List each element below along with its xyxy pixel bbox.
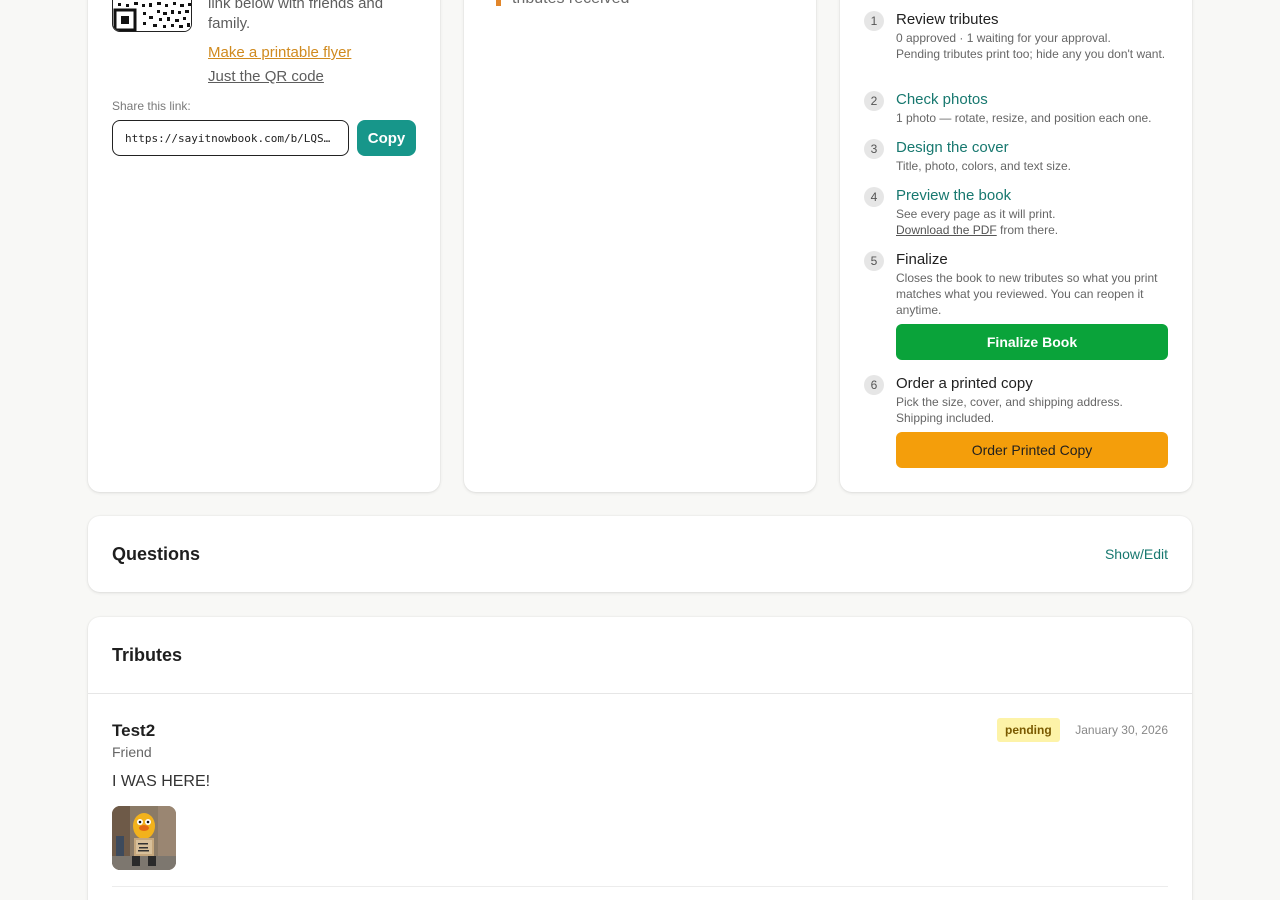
step-title: Review tributes <box>896 11 999 28</box>
stat-marker <box>496 0 501 6</box>
tributes-received-text: tributes received <box>512 0 629 8</box>
qr-code-image <box>112 0 192 32</box>
step-description: 1 photo — rotate, resize, and position e… <box>896 111 1152 125</box>
step-description: Pick the size, cover, and shipping addre… <box>896 395 1123 425</box>
copy-button[interactable]: Copy <box>357 120 416 156</box>
printable-flyer-link[interactable]: Make a printable flyer <box>208 44 351 61</box>
tribute-photo-thumbnail[interactable] <box>112 806 176 870</box>
step-number: 1 <box>864 11 884 31</box>
step-description: Title, photo, colors, and text size. <box>896 159 1071 173</box>
stats-card: tributes received <box>464 0 816 492</box>
status-badge: pending <box>997 718 1060 742</box>
steps-card: 1 Review tributes 0 approved · 1 waiting… <box>840 0 1192 492</box>
step-number: 6 <box>864 375 884 395</box>
design-cover-link[interactable]: Design the cover <box>896 138 1009 158</box>
step-number: 4 <box>864 187 884 207</box>
tribute-date: January 30, 2026 <box>1075 723 1168 737</box>
finalize-book-button[interactable]: Finalize Book <box>896 324 1168 360</box>
questions-heading: Questions <box>112 544 201 564</box>
tributes-heading: Tributes <box>112 645 183 665</box>
step-description: See every page as it will print. Downloa… <box>896 206 1172 238</box>
tribute-author-name: Test2 <box>112 721 156 740</box>
qr-code-link[interactable]: Just the QR code <box>208 68 324 85</box>
step-title: Finalize <box>896 251 948 268</box>
divider <box>112 886 1168 887</box>
step-desc-tail: from there. <box>996 223 1059 237</box>
download-pdf-link[interactable]: Download the PDF <box>896 223 997 237</box>
tribute-relation: Friend <box>112 744 152 760</box>
step-number: 2 <box>864 91 884 111</box>
share-card: link below with friends and family. Make… <box>88 0 440 492</box>
show-edit-questions-link[interactable]: Show/Edit <box>1105 546 1168 562</box>
share-link-input[interactable] <box>112 120 349 156</box>
step-desc-line: Pending tributes print too; hide any you… <box>896 47 1166 61</box>
preview-book-link[interactable]: Preview the book <box>896 186 1011 206</box>
step-description: Closes the book to new tributes so what … <box>896 271 1158 317</box>
check-photos-link[interactable]: Check photos <box>896 90 988 110</box>
step-description: 0 approved · 1 waiting for your approval… <box>896 30 1172 62</box>
share-instructions: link below with friends and family. <box>208 0 384 32</box>
tributes-card: Tributes Test2 Friend I WAS HERE! pendin… <box>88 617 1192 900</box>
share-link-label: Share this link: <box>112 99 191 113</box>
step-title: Order a printed copy <box>896 375 1033 392</box>
step-desc-line: See every page as it will print. <box>896 207 1056 221</box>
order-printed-copy-button[interactable]: Order Printed Copy <box>896 432 1168 468</box>
step-number: 5 <box>864 251 884 271</box>
divider <box>88 693 1192 694</box>
step-desc-line: 0 approved · 1 waiting for your approval… <box>896 31 1111 45</box>
questions-card: Questions Show/Edit <box>88 516 1192 592</box>
tribute-message: I WAS HERE! <box>112 773 211 790</box>
step-number: 3 <box>864 139 884 159</box>
